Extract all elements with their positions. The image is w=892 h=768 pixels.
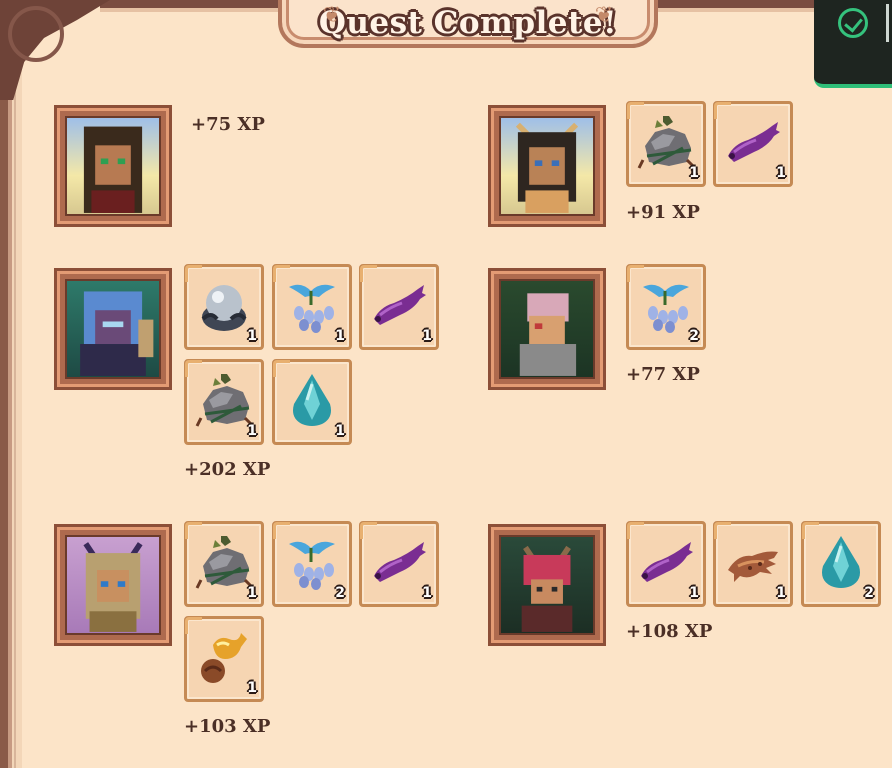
item-quantity: 1 [422,328,432,344]
item-quantity: 1 [689,165,699,181]
page-title: Quest Complete! [318,5,618,41]
xp-reward-4: +77 XP [626,364,700,385]
reward-item[interactable]: 1 [184,616,264,702]
xp-reward-2: +91 XP [626,202,700,223]
character-portrait-3[interactable] [54,268,172,390]
character-portrait-2[interactable] [488,105,606,227]
reward-item[interactable]: 1 [272,359,352,445]
xp-reward-5: +103 XP [184,716,271,737]
reward-item[interactable]: 1 [713,101,793,187]
reward-item[interactable]: 1 [713,521,793,607]
reward-item[interactable]: 1 [359,264,439,350]
blue-flower-icon [637,275,695,337]
item-quantity: 1 [776,165,786,181]
purple-fish-icon [724,112,782,174]
teal-crystal-icon [283,370,341,432]
reward-item[interactable]: 1 [626,521,706,607]
orange-pouch-icon [195,627,253,689]
reward-item[interactable]: 1 [272,264,352,350]
item-quantity: 1 [776,585,786,601]
item-quantity: 1 [247,680,257,696]
character-portrait-5[interactable] [54,524,172,646]
leaf-left-icon: ❦ [322,3,342,28]
purple-fish-icon [370,532,428,594]
item-quantity: 1 [247,585,257,601]
toast-text-edge [886,4,892,42]
character-portrait-4[interactable] [488,268,606,390]
check-circle-icon [838,8,868,38]
reward-item[interactable]: 2 [626,264,706,350]
blue-flower-icon [283,275,341,337]
reward-item[interactable]: 1 [184,264,264,350]
rock-pile-icon [195,370,253,432]
rock-pile-icon [637,112,695,174]
character-portrait-6[interactable] [488,524,606,646]
teal-crystal-icon [812,532,870,594]
item-quantity: 2 [335,585,345,601]
leaf-right-icon: ❦ [594,3,614,28]
reward-item[interactable]: 2 [272,521,352,607]
purple-fish-icon [637,532,695,594]
character-portrait-1[interactable] [54,105,172,227]
reward-item[interactable]: 1 [359,521,439,607]
item-quantity: 1 [335,423,345,439]
item-quantity: 1 [689,585,699,601]
title-banner: ❦ Quest Complete! ❦ [278,0,658,48]
corner-ornament-ring [8,6,64,62]
reward-item[interactable]: 1 [184,359,264,445]
frame-left-inner-line [14,90,20,768]
purple-fish-icon [370,275,428,337]
brown-root-icon [724,532,782,594]
item-quantity: 1 [335,328,345,344]
item-quantity: 1 [422,585,432,601]
reward-item[interactable]: 1 [626,101,706,187]
item-quantity: 1 [247,423,257,439]
rock-pile-icon [195,532,253,594]
xp-reward-1: +75 XP [191,114,265,135]
xp-reward-6: +108 XP [626,621,713,642]
silver-orb-icon [195,275,253,337]
toast-notification[interactable] [814,0,892,88]
xp-reward-3: +202 XP [184,459,271,480]
item-quantity: 2 [864,585,874,601]
item-quantity: 1 [247,328,257,344]
item-quantity: 2 [689,328,699,344]
reward-item[interactable]: 2 [801,521,881,607]
blue-flower-icon [283,532,341,594]
reward-item[interactable]: 1 [184,521,264,607]
